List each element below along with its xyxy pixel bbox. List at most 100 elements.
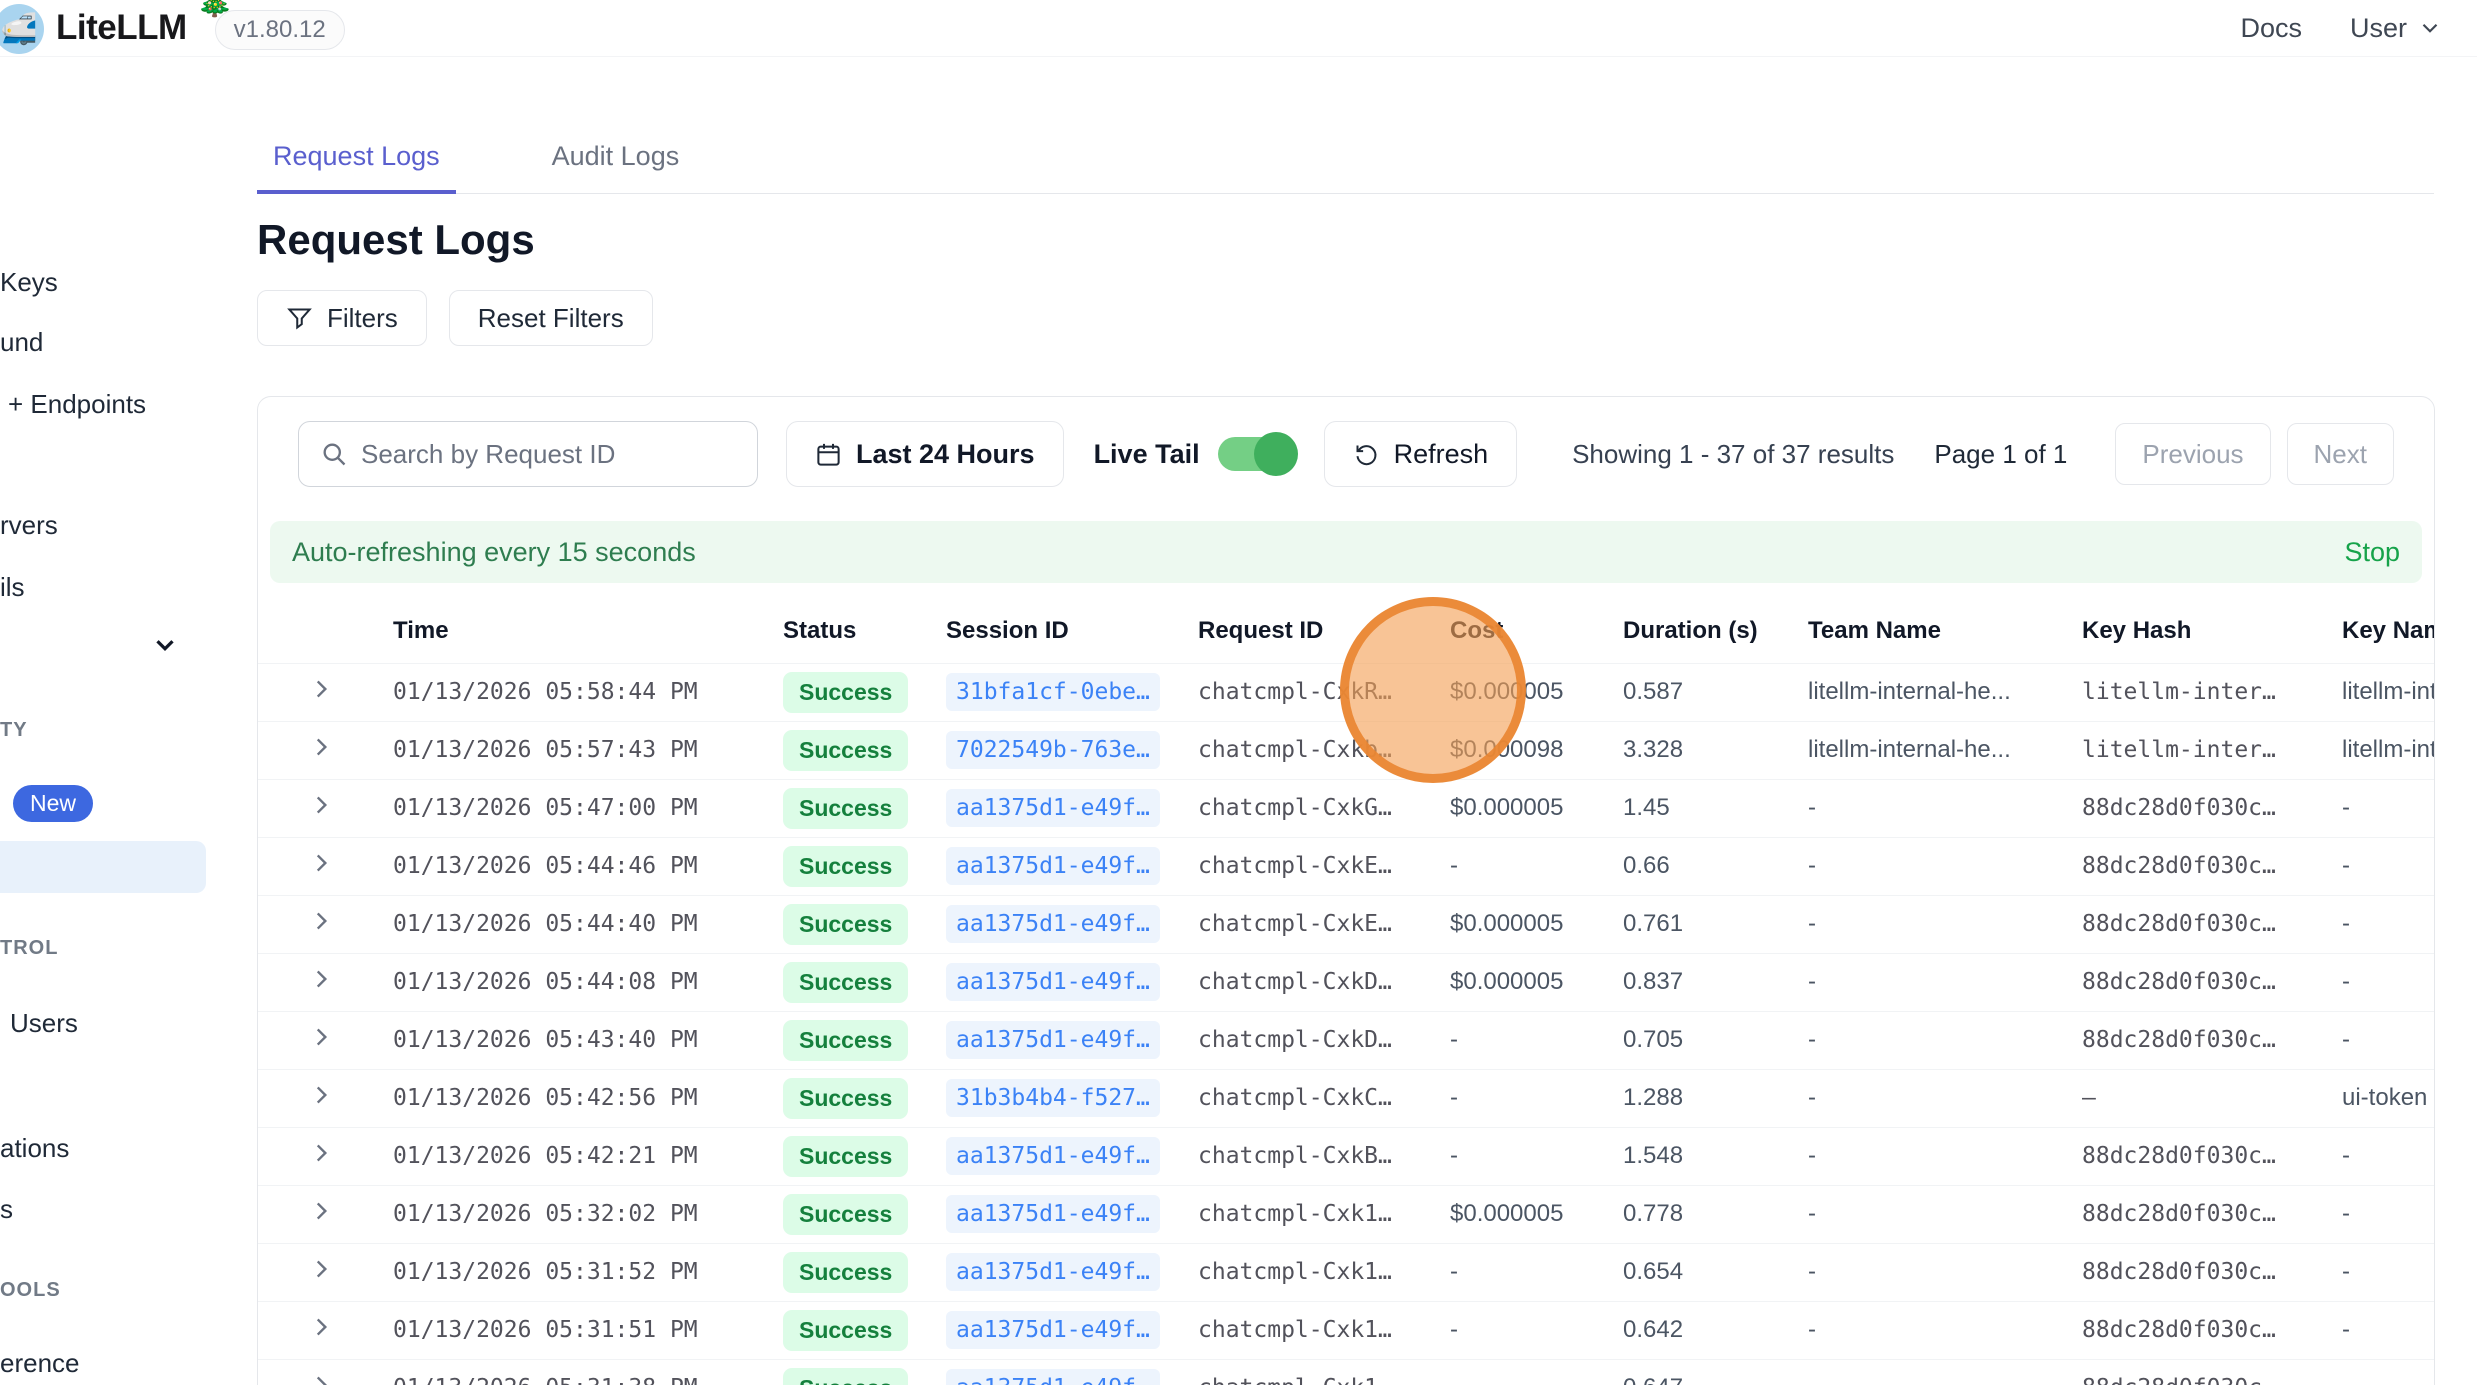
session-id-link[interactable]: aa1375d1-e49f…	[946, 963, 1160, 1001]
session-id-link[interactable]: aa1375d1-e49f…	[946, 1021, 1160, 1059]
cell-status: Success	[783, 953, 946, 1011]
cell-status: Success	[783, 962, 908, 1003]
chevron-right-icon[interactable]	[308, 1314, 334, 1340]
brand-name: LiteLLM	[56, 8, 187, 48]
search-icon	[320, 440, 348, 468]
chevron-right-icon[interactable]	[308, 734, 334, 760]
refresh-button[interactable]: Refresh	[1324, 421, 1518, 487]
cell-session-id: aa1375d1-e49f…	[946, 953, 1198, 1011]
chevron-down-icon	[2417, 15, 2443, 41]
brand: 🚅 LiteLLM 🎄 v1.80.12	[0, 0, 345, 56]
chevron-right-icon[interactable]	[308, 1024, 334, 1050]
chevron-right-icon[interactable]	[308, 908, 334, 934]
cell-status: Success	[783, 1359, 946, 1385]
cell-request-id: chatcmpl-Cxk1…	[1198, 1301, 1450, 1359]
cell-session-id: aa1375d1-e49f…	[946, 1127, 1198, 1185]
cell-cost: $0.000005	[1450, 895, 1623, 953]
cell-session-id: aa1375d1-e49f…	[946, 1185, 1198, 1243]
sidebar-collapse-chevron-icon[interactable]	[150, 630, 180, 660]
table-row: 01/13/2026 05:47:00 PMSuccessaa1375d1-e4…	[258, 779, 2435, 837]
cell-duration: 1.45	[1623, 779, 1808, 837]
session-id-link[interactable]: aa1375d1-e49f…	[946, 1137, 1160, 1175]
sidebar-item-virtual-keys[interactable]: Keys	[0, 267, 58, 298]
cell-time: 01/13/2026 05:44:40 PM	[393, 895, 783, 953]
session-id-link[interactable]: aa1375d1-e49f…	[946, 1195, 1160, 1233]
column-header-time: Time	[393, 599, 783, 663]
docs-link[interactable]: Docs	[2240, 13, 2302, 44]
cell-team-name: -	[1808, 1243, 2082, 1301]
cell-team-name: -	[1808, 837, 2082, 895]
cell-duration: 0.837	[1623, 953, 1808, 1011]
stop-auto-refresh-link[interactable]: Stop	[2344, 537, 2400, 568]
previous-page-button[interactable]: Previous	[2115, 423, 2270, 485]
tab-audit-logs[interactable]: Audit Logs	[536, 125, 696, 193]
refresh-label: Refresh	[1394, 439, 1489, 470]
chevron-right-icon[interactable]	[308, 1140, 334, 1166]
cell-duration: 0.761	[1623, 895, 1808, 953]
cell-duration: 0.647	[1623, 1359, 1808, 1385]
chevron-right-icon[interactable]	[308, 850, 334, 876]
session-id-link[interactable]: 31bfa1cf-0ebe…	[946, 673, 1160, 711]
cell-time: 01/13/2026 05:57:43 PM	[393, 721, 783, 779]
chevron-right-icon[interactable]	[308, 1198, 334, 1224]
cell-key-hash: 88dc28d0f030c…	[2082, 1127, 2342, 1185]
cell-expand	[258, 1127, 393, 1185]
session-id-link[interactable]: aa1375d1-e49f…	[946, 1311, 1160, 1349]
sidebar-item-organizations[interactable]: ations	[0, 1133, 69, 1164]
cell-key-hash: 88dc28d0f030c…	[2082, 779, 2342, 837]
session-id-link[interactable]: aa1375d1-e49f…	[946, 905, 1160, 943]
cell-status: Success	[783, 1301, 946, 1359]
christmas-tree-icon: 🎄	[196, 0, 233, 19]
cell-key-hash: 88dc28d0f030c…	[2082, 1185, 2342, 1243]
cell-status: Success	[783, 672, 908, 713]
sidebar-item-models-endpoints[interactable]: + Endpoints	[8, 389, 146, 420]
chevron-right-icon[interactable]	[308, 792, 334, 818]
cell-request-id: chatcmpl-CxkE…	[1198, 837, 1450, 895]
next-page-button[interactable]: Next	[2287, 423, 2394, 485]
session-id-link[interactable]: aa1375d1-e49f…	[946, 1369, 1160, 1385]
search-input[interactable]	[298, 421, 758, 487]
search-box	[298, 421, 758, 487]
chevron-right-icon[interactable]	[308, 1082, 334, 1108]
sidebar-item-api-reference[interactable]: erence	[0, 1348, 80, 1379]
chevron-right-icon[interactable]	[308, 1256, 334, 1282]
chevron-right-icon[interactable]	[308, 1372, 334, 1385]
session-id-link[interactable]: 31b3b4b4-f527…	[946, 1079, 1160, 1117]
session-id-link[interactable]: aa1375d1-e49f…	[946, 789, 1160, 827]
tab-request-logs[interactable]: Request Logs	[257, 125, 456, 194]
cell-request-id: chatcmpl-CxkG…	[1198, 779, 1450, 837]
cell-status: Success	[783, 1136, 908, 1177]
cell-session-id: 7022549b-763e…	[946, 721, 1198, 779]
chevron-right-icon[interactable]	[308, 966, 334, 992]
cell-duration: 0.705	[1623, 1011, 1808, 1069]
cell-cost: -	[1450, 1243, 1623, 1301]
cell-time: 01/13/2026 05:42:21 PM	[393, 1127, 783, 1185]
chevron-right-icon[interactable]	[308, 676, 334, 702]
session-id-link[interactable]: 7022549b-763e…	[946, 731, 1160, 769]
cell-key-hash: 88dc28d0f030c…	[2082, 1011, 2342, 1069]
reset-filters-button[interactable]: Reset Filters	[449, 290, 653, 346]
table-row: 01/13/2026 05:31:38 PMSuccessaa1375d1-e4…	[258, 1359, 2435, 1385]
sidebar-item-playground[interactable]: und	[0, 327, 43, 358]
cell-expand	[258, 1301, 393, 1359]
sidebar-item-teams[interactable]: s	[0, 1194, 13, 1225]
cell-session-id: 31bfa1cf-0ebe…	[946, 663, 1198, 721]
table-header-row: TimeStatusSession IDRequest IDCostDurati…	[258, 599, 2435, 663]
session-id-link[interactable]: aa1375d1-e49f…	[946, 847, 1160, 885]
time-range-button[interactable]: Last 24 Hours	[786, 421, 1064, 487]
column-header-duration-s: Duration (s)	[1623, 599, 1808, 663]
cell-session-id: aa1375d1-e49f…	[946, 1301, 1198, 1359]
filters-button[interactable]: Filters	[257, 290, 427, 346]
sidebar-item-internal-users[interactable]: Users	[10, 1008, 78, 1039]
session-id-link[interactable]: aa1375d1-e49f…	[946, 1253, 1160, 1291]
sidebar-item-guardrails[interactable]: ils	[0, 572, 25, 603]
cell-expand	[258, 721, 393, 779]
cell-key-hash: litellm-inter…	[2082, 663, 2342, 721]
table-row: 01/13/2026 05:44:40 PMSuccessaa1375d1-e4…	[258, 895, 2435, 953]
sidebar-item-logs-selected[interactable]	[0, 841, 206, 893]
cell-status: Success	[783, 788, 908, 829]
live-tail-toggle[interactable]	[1218, 437, 1294, 471]
user-menu[interactable]: User	[2350, 13, 2443, 44]
table-row: 01/13/2026 05:31:51 PMSuccessaa1375d1-e4…	[258, 1301, 2435, 1359]
sidebar-item-mcp-servers[interactable]: rvers	[0, 510, 58, 541]
